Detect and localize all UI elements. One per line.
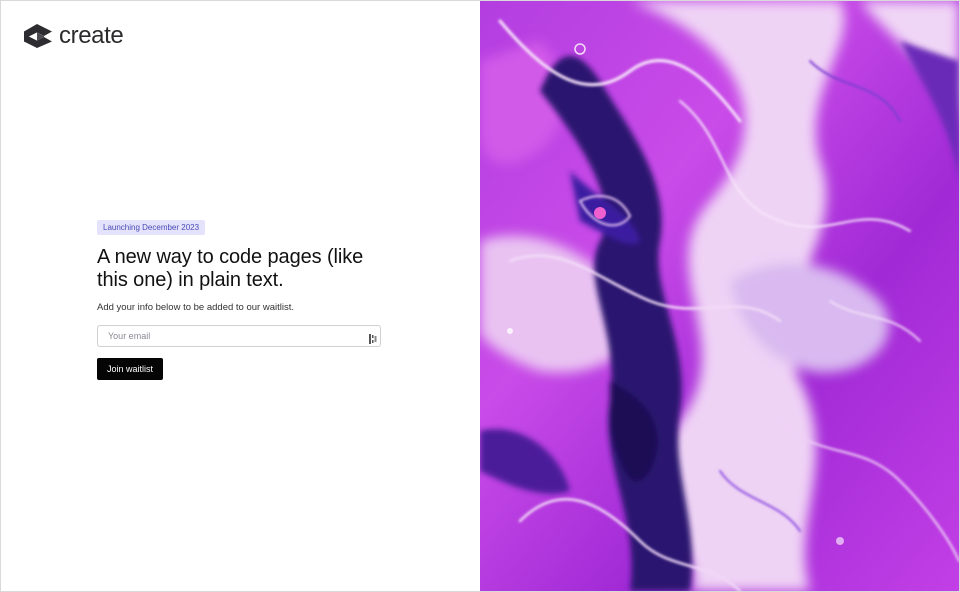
launch-badge: Launching December 2023 bbox=[97, 220, 206, 235]
left-panel: create Launching December 2023 A new way… bbox=[1, 1, 480, 591]
join-waitlist-button[interactable]: Join waitlist bbox=[97, 358, 164, 380]
brand-name: create bbox=[59, 22, 124, 49]
page-title: A new way to code pages (like this one) … bbox=[97, 246, 364, 291]
email-field-wrapper bbox=[97, 325, 381, 347]
hero-content: Launching December 2023 A new way to cod… bbox=[97, 217, 387, 380]
landing-page: create Launching December 2023 A new way… bbox=[0, 0, 960, 592]
brand-logo[interactable]: create bbox=[23, 22, 124, 49]
waitlist-description: Add your info below to be added to our w… bbox=[97, 302, 294, 313]
abstract-fluid-art-image bbox=[480, 1, 959, 591]
create-logo-icon bbox=[23, 23, 54, 49]
password-manager-icon[interactable] bbox=[369, 331, 377, 344]
email-field[interactable] bbox=[97, 325, 381, 347]
